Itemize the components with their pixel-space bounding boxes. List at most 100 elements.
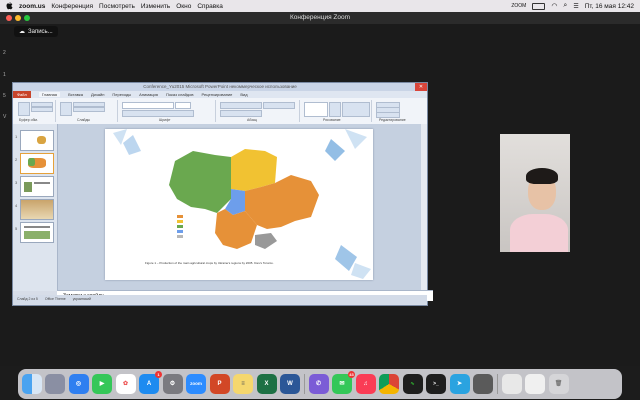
ribbon-group-font: Шрифт (119, 100, 216, 122)
word-icon[interactable]: W (280, 374, 300, 394)
ribbon-group-label: Рисование (323, 118, 341, 122)
facetime-icon[interactable]: ▶ (92, 374, 112, 394)
menubar-datetime[interactable]: Пт, 16 мая 12:42 (585, 3, 634, 10)
ppt-tab-file[interactable]: Файл (13, 91, 31, 98)
ppt-tab-transitions[interactable]: Переходы (112, 92, 131, 97)
slide-vertical-scrollbar[interactable] (421, 124, 427, 290)
search-icon[interactable]: ⌕ (563, 2, 567, 10)
ppt-tab-review[interactable]: Рецензирование (202, 92, 233, 97)
new-slide-button[interactable] (60, 102, 72, 116)
zoom-status-text[interactable]: ZOOM (511, 3, 526, 9)
cloud-icon: ☁ (19, 29, 25, 35)
powerpoint-icon[interactable]: P (209, 374, 230, 394)
side-marker: V (3, 114, 7, 120)
photos-icon[interactable]: ✿ (115, 374, 136, 394)
zoom-icon[interactable]: zoom (186, 374, 206, 394)
window-title: Конференция Zoom (289, 14, 351, 21)
list-buttons[interactable] (220, 102, 262, 109)
menu-item-edit[interactable]: Изменить (141, 3, 170, 10)
ppt-window-title: Conference_Yu2015 Microsoft PowerPoint н… (143, 84, 297, 89)
notes-icon[interactable]: ≡ (233, 374, 253, 394)
reset-button[interactable] (73, 107, 105, 112)
text-direction-button[interactable] (263, 102, 295, 109)
ribbon-group-label: Шрифт (159, 118, 171, 122)
font-format-buttons[interactable] (122, 110, 194, 117)
trash-icon[interactable]: 🗑 (548, 374, 569, 394)
ppt-tab-home[interactable]: Главная (38, 92, 61, 97)
zoom-window-titlebar: Конференция Zoom (0, 12, 640, 24)
macos-dock: ◎ ▶ ✿ A1 ⚙ zoom P ≡ X W ✆ ✉ 43 ♫ ∿ >_ ➤ 🗑 (18, 369, 622, 399)
music-icon[interactable]: ♫ (355, 374, 376, 394)
ppt-tab-animation[interactable]: Анимация (139, 92, 158, 97)
ppt-tab-design[interactable]: Дизайн (91, 92, 104, 97)
ppt-tab-view[interactable]: Вид (240, 92, 247, 97)
ppt-close-icon[interactable]: ✕ (415, 83, 427, 91)
ppt-titlebar: Conference_Yu2015 Microsoft PowerPoint н… (13, 83, 427, 91)
appstore-icon[interactable]: A1 (139, 371, 162, 394)
copy-button[interactable] (31, 107, 53, 112)
status-language[interactable]: украинский (73, 297, 91, 301)
system-settings-icon[interactable]: ⚙ (162, 374, 183, 394)
dock-separator (497, 374, 498, 394)
recording-indicator[interactable]: ☁ Запись... (14, 26, 58, 37)
decor-shape (325, 139, 345, 161)
ppt-ribbon-tabs: Файл Главная Вставка Дизайн Переходы Ани… (13, 91, 427, 98)
slide-canvas[interactable]: Figure 1 – Production of the main agricu… (105, 129, 373, 280)
ukraine-map-figure (113, 129, 371, 279)
telegram-icon[interactable]: ➤ (449, 374, 470, 394)
shapes-gallery[interactable] (304, 102, 328, 117)
thumb-number: 3 (15, 180, 18, 185)
participant-hair (526, 168, 558, 184)
paste-button[interactable] (18, 102, 30, 116)
preview-icon[interactable] (473, 374, 493, 394)
close-window-button[interactable] (6, 15, 12, 21)
safari-icon[interactable]: ◎ (68, 374, 89, 394)
maximize-window-button[interactable] (24, 15, 30, 21)
wifi-icon[interactable]: ◠ (551, 2, 557, 10)
viber-icon[interactable]: ✆ (308, 374, 329, 394)
map-region-crimea (255, 233, 277, 249)
ribbon-group-label: Редактирование (379, 118, 406, 122)
apple-icon[interactable] (6, 2, 13, 10)
activity-monitor-icon[interactable]: ∿ (402, 374, 423, 394)
slide-thumbnail-3[interactable] (20, 176, 54, 197)
ppt-tab-slideshow[interactable]: Показ слайдов (166, 92, 194, 97)
quick-styles-button[interactable] (342, 102, 370, 117)
font-size-select[interactable] (175, 102, 191, 109)
slide-thumbnail-5[interactable] (20, 222, 54, 243)
slide-thumbnail-1[interactable] (20, 130, 54, 151)
messages-icon[interactable]: ✉ 43 (332, 371, 355, 394)
slide-thumbnail-2[interactable] (20, 153, 54, 174)
launchpad-icon[interactable] (45, 374, 65, 394)
ribbon-group-label: Буфер обм. (19, 118, 38, 122)
menu-item-window[interactable]: Окно (176, 3, 191, 10)
menu-app-name[interactable]: zoom.us (19, 3, 45, 10)
thumb-number: 4 (15, 203, 18, 208)
chrome-icon[interactable] (379, 374, 399, 394)
legend-swatch (177, 235, 183, 238)
excel-icon[interactable]: X (256, 374, 277, 394)
battery-icon[interactable] (532, 2, 546, 10)
terminal-icon[interactable]: >_ (426, 374, 446, 394)
align-buttons[interactable] (220, 110, 262, 117)
ribbon-group-label: Абзац (247, 118, 257, 122)
ppt-tab-insert[interactable]: Вставка (68, 92, 83, 97)
decor-shape (345, 129, 367, 149)
participant-video-tile[interactable] (500, 134, 570, 252)
ribbon-group-drawing: Рисование (301, 100, 372, 122)
downloads-icon[interactable] (501, 374, 522, 394)
menu-item-conference[interactable]: Конференция (51, 3, 93, 10)
folder-icon[interactable] (525, 374, 545, 394)
side-marker: 5 (3, 93, 6, 99)
slide-thumbnail-4[interactable] (20, 199, 54, 220)
ppt-statusbar: Слайд 2 из 5 Office Theme украинский (13, 295, 427, 304)
font-name-select[interactable] (122, 102, 174, 109)
minimize-window-button[interactable] (15, 15, 21, 21)
finder-icon[interactable] (21, 374, 42, 394)
menu-item-help[interactable]: Справка (197, 3, 223, 10)
thumb-number: 2 (15, 157, 18, 162)
menu-item-view[interactable]: Посмотреть (99, 3, 135, 10)
arrange-button[interactable] (329, 102, 341, 117)
control-center-icon[interactable]: ☰ (573, 3, 578, 10)
ribbon-group-paragraph: Абзац (217, 100, 300, 122)
